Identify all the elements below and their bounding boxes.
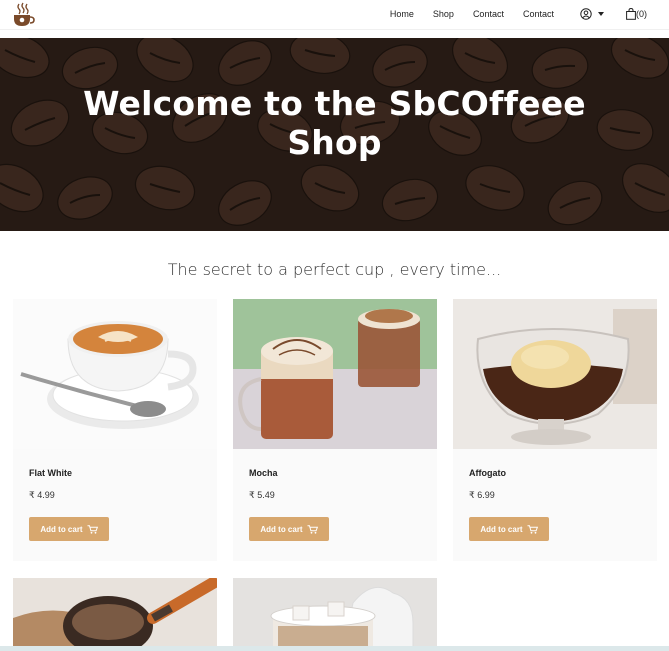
top-navbar: Home Shop Contact Contact (0) <box>0 0 669 30</box>
user-circle-icon <box>580 8 592 20</box>
add-to-cart-button[interactable]: Add to cart <box>29 517 109 541</box>
add-to-cart-label: Add to cart <box>480 524 523 534</box>
bottom-strip <box>0 646 669 651</box>
hero-title-line-2: Shop <box>287 123 382 162</box>
nav-shop-link[interactable]: Shop <box>433 9 454 19</box>
product-card: Mocha ₹ 5.49 Add to cart <box>233 299 437 561</box>
user-menu-button[interactable] <box>580 8 604 20</box>
product-card <box>233 578 437 651</box>
product-price: ₹ 5.49 <box>249 490 275 500</box>
product-card: Affogato ₹ 6.99 Add to cart <box>453 299 657 561</box>
product-price: ₹ 4.99 <box>29 490 55 500</box>
cart-button[interactable]: (0) <box>626 8 647 20</box>
cart-icon <box>87 524 98 534</box>
flat-white-photo[interactable] <box>13 299 217 449</box>
cart-icon <box>307 524 318 534</box>
add-to-cart-label: Add to cart <box>260 524 303 534</box>
product-card <box>13 578 217 651</box>
product-price: ₹ 6.99 <box>469 490 495 500</box>
nav-contact-link-2[interactable]: Contact <box>523 9 554 19</box>
turkish-coffee-photo[interactable] <box>13 578 217 651</box>
nav-contact-link[interactable]: Contact <box>473 9 504 19</box>
product-name: Flat White <box>29 468 72 478</box>
chevron-down-icon <box>598 12 604 16</box>
hero-title-line-1: Welcome to the SbCOffeee <box>83 84 586 123</box>
shopping-bag-icon <box>626 8 636 20</box>
add-to-cart-button[interactable]: Add to cart <box>469 517 549 541</box>
iced-coffee-photo[interactable] <box>233 578 437 651</box>
mocha-photo[interactable] <box>233 299 437 449</box>
add-to-cart-button[interactable]: Add to cart <box>249 517 329 541</box>
product-name: Mocha <box>249 468 278 478</box>
cart-count: (0) <box>636 9 647 19</box>
product-card: Flat White ₹ 4.99 Add to cart <box>13 299 217 561</box>
cart-icon <box>527 524 538 534</box>
tagline: The secret to a perfect cup , every time… <box>167 260 502 279</box>
add-to-cart-label: Add to cart <box>40 524 83 534</box>
nav-home-link[interactable]: Home <box>390 9 414 19</box>
coffee-cup-logo-icon[interactable] <box>11 2 35 28</box>
affogato-photo[interactable] <box>453 299 657 449</box>
hero-banner: Welcome to the SbCOffeee Shop <box>0 38 669 231</box>
product-name: Affogato <box>469 468 506 478</box>
nav-links: Home Shop Contact Contact (0) <box>390 0 647 28</box>
hero-title: Welcome to the SbCOffeee Shop <box>0 84 669 162</box>
